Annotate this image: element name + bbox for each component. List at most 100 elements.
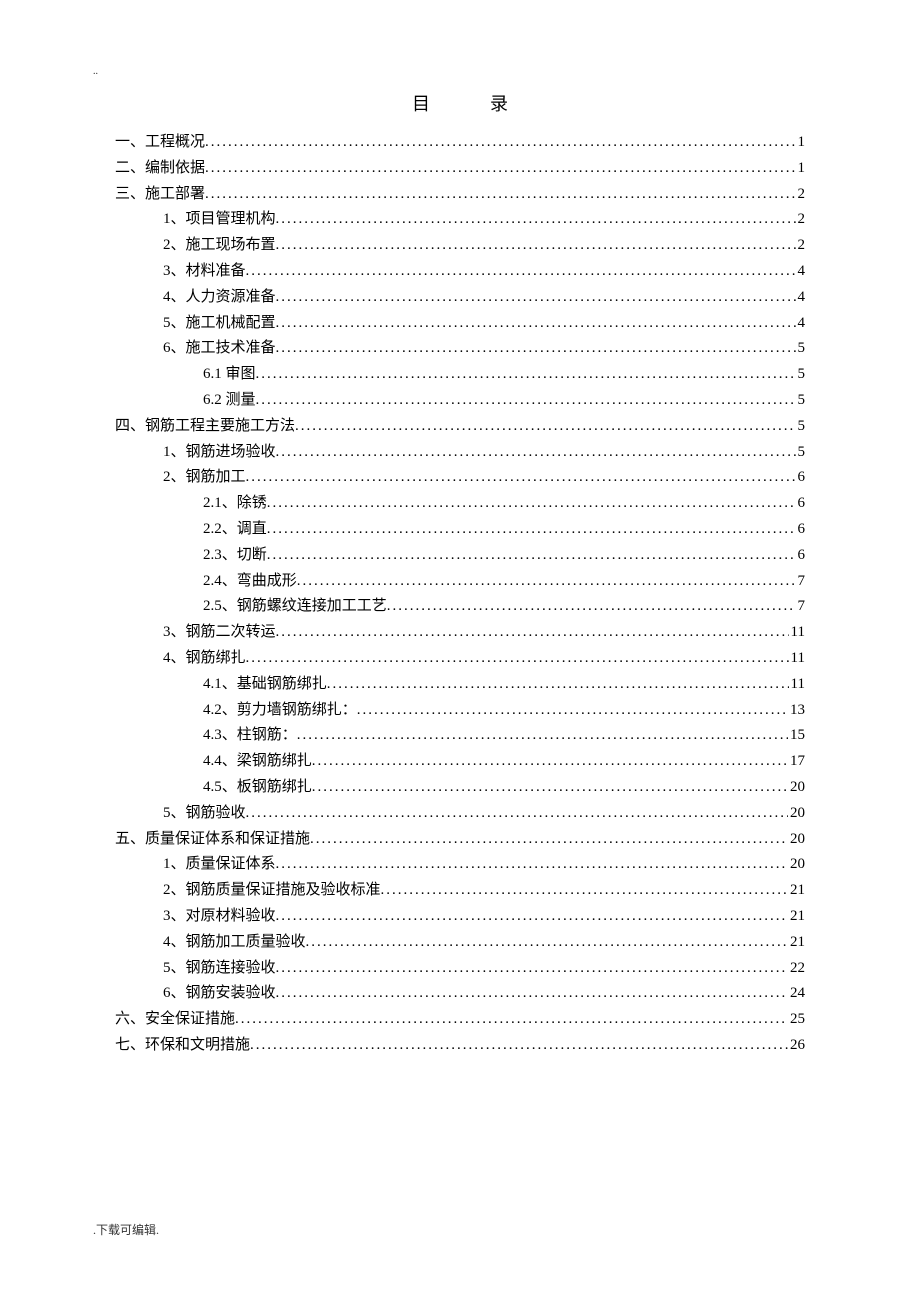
toc-entry: 4.1、基础钢筋绑扎 11 — [115, 672, 805, 698]
toc-label: 2、施工现场布置 — [163, 233, 276, 259]
toc-leader-dots — [235, 1007, 788, 1033]
toc-page-number: 20 — [788, 827, 805, 853]
toc-entry: 3、对原材料验收 21 — [115, 904, 805, 930]
toc-label: 5、钢筋连接验收 — [163, 956, 276, 982]
toc-entry: 2、施工现场布置2 — [115, 233, 805, 259]
toc-label: 2.3、切断 — [203, 543, 267, 569]
toc-page-number: 4 — [796, 311, 806, 337]
toc-leader-dots — [276, 852, 788, 878]
toc-leader-dots — [205, 182, 795, 208]
toc-page-number: 1 — [796, 130, 806, 156]
toc-entry: 3、材料准备 4 — [115, 259, 805, 285]
toc-entry: 5、钢筋连接验收22 — [115, 956, 805, 982]
toc-leader-dots — [267, 491, 796, 517]
toc-leader-dots — [310, 827, 788, 853]
toc-label: 4.4、梁钢筋绑扎 — [203, 749, 312, 775]
toc-leader-dots — [246, 465, 796, 491]
toc-label: 2.4、弯曲成形 — [203, 569, 297, 595]
toc-label: 2、钢筋质量保证措施及验收标准 — [163, 878, 381, 904]
toc-entry: 1、项目管理机构2 — [115, 207, 805, 233]
toc-leader-dots — [256, 388, 796, 414]
toc-entry: 4.3、柱钢筋：15 — [115, 723, 805, 749]
toc-entry: 2.1、除锈6 — [115, 491, 805, 517]
toc-page-number: 5 — [796, 388, 806, 414]
toc-label: 1、项目管理机构 — [163, 207, 276, 233]
toc-leader-dots — [276, 440, 796, 466]
toc-page-number: 7 — [796, 594, 806, 620]
toc-leader-dots — [312, 775, 788, 801]
toc-label: 3、材料准备 — [163, 259, 246, 285]
toc-page-number: 6 — [796, 465, 806, 491]
toc-leader-dots — [256, 362, 796, 388]
toc-page-number: 20 — [788, 852, 805, 878]
toc-page-number: 21 — [788, 904, 805, 930]
toc-label: 4、钢筋绑扎 — [163, 646, 246, 672]
toc-page-number: 11 — [789, 672, 805, 698]
document-content: 目录 一、工程概况1二、编制依据1三、施工部署21、项目管理机构22、施工现场布… — [0, 0, 920, 1059]
toc-leader-dots — [276, 981, 788, 1007]
toc-page-number: 4 — [796, 259, 806, 285]
toc-page-number: 5 — [796, 440, 806, 466]
toc-leader-dots — [246, 646, 789, 672]
toc-entry: 2.3、切断6 — [115, 543, 805, 569]
toc-label: 三、施工部署 — [115, 182, 205, 208]
toc-label: 2.1、除锈 — [203, 491, 267, 517]
toc-leader-dots — [381, 878, 788, 904]
toc-entry: 1、钢筋进场验收 5 — [115, 440, 805, 466]
toc-leader-dots — [357, 698, 788, 724]
toc-label: 6.2 测量 — [203, 388, 256, 414]
toc-page-number: 21 — [788, 930, 805, 956]
toc-page-number: 20 — [788, 775, 805, 801]
toc-leader-dots — [250, 1033, 788, 1059]
toc-page-number: 26 — [788, 1033, 805, 1059]
toc-page-number: 17 — [788, 749, 805, 775]
toc-label: 六、安全保证措施 — [115, 1007, 235, 1033]
toc-entry: 5、钢筋验收20 — [115, 801, 805, 827]
toc-entry: 4、人力资源准备 4 — [115, 285, 805, 311]
toc-leader-dots — [205, 130, 795, 156]
toc-leader-dots — [295, 414, 795, 440]
toc-page-number: 13 — [788, 698, 805, 724]
toc-leader-dots — [276, 620, 789, 646]
toc-leader-dots — [246, 259, 796, 285]
toc-label: 4.1、基础钢筋绑扎 — [203, 672, 327, 698]
toc-leader-dots — [297, 569, 796, 595]
toc-label: 5、钢筋验收 — [163, 801, 246, 827]
toc-page-number: 5 — [796, 362, 806, 388]
toc-entry: 4.4、梁钢筋绑扎 17 — [115, 749, 805, 775]
toc-leader-dots — [276, 285, 796, 311]
toc-label: 四、钢筋工程主要施工方法 — [115, 414, 295, 440]
toc-label: 3、对原材料验收 — [163, 904, 276, 930]
toc-leader-dots — [267, 517, 796, 543]
toc-leader-dots — [276, 904, 788, 930]
toc-page-number: 21 — [788, 878, 805, 904]
toc-title: 目录 — [115, 90, 805, 116]
toc-label: 4、人力资源准备 — [163, 285, 276, 311]
toc-label: 4.2、剪力墙钢筋绑扎： — [203, 698, 357, 724]
toc-entry: 2、钢筋加工 6 — [115, 465, 805, 491]
toc-label: 2.2、调直 — [203, 517, 267, 543]
toc-page-number: 1 — [796, 156, 806, 182]
toc-leader-dots — [387, 594, 796, 620]
toc-page-number: 5 — [796, 414, 806, 440]
toc-label: 4.5、板钢筋绑扎 — [203, 775, 312, 801]
toc-leader-dots — [205, 156, 795, 182]
toc-label: 2、钢筋加工 — [163, 465, 246, 491]
toc-entry: 1、质量保证体系20 — [115, 852, 805, 878]
toc-entry: 五、质量保证体系和保证措施20 — [115, 827, 805, 853]
toc-page-number: 5 — [796, 336, 806, 362]
toc-entry: 6.1 审图5 — [115, 362, 805, 388]
toc-page-number: 4 — [796, 285, 806, 311]
page-marker: .. — [93, 66, 98, 77]
toc-entry: 2.2、调直6 — [115, 517, 805, 543]
toc-leader-dots — [312, 749, 788, 775]
toc-label: 1、钢筋进场验收 — [163, 440, 276, 466]
toc-page-number: 25 — [788, 1007, 805, 1033]
toc-entry: 一、工程概况1 — [115, 130, 805, 156]
toc-entry: 三、施工部署 2 — [115, 182, 805, 208]
toc-entry: 6.2 测量 5 — [115, 388, 805, 414]
toc-page-number: 11 — [789, 620, 805, 646]
toc-leader-dots — [306, 930, 788, 956]
toc-page-number: 24 — [788, 981, 805, 1007]
toc-page-number: 2 — [796, 182, 806, 208]
